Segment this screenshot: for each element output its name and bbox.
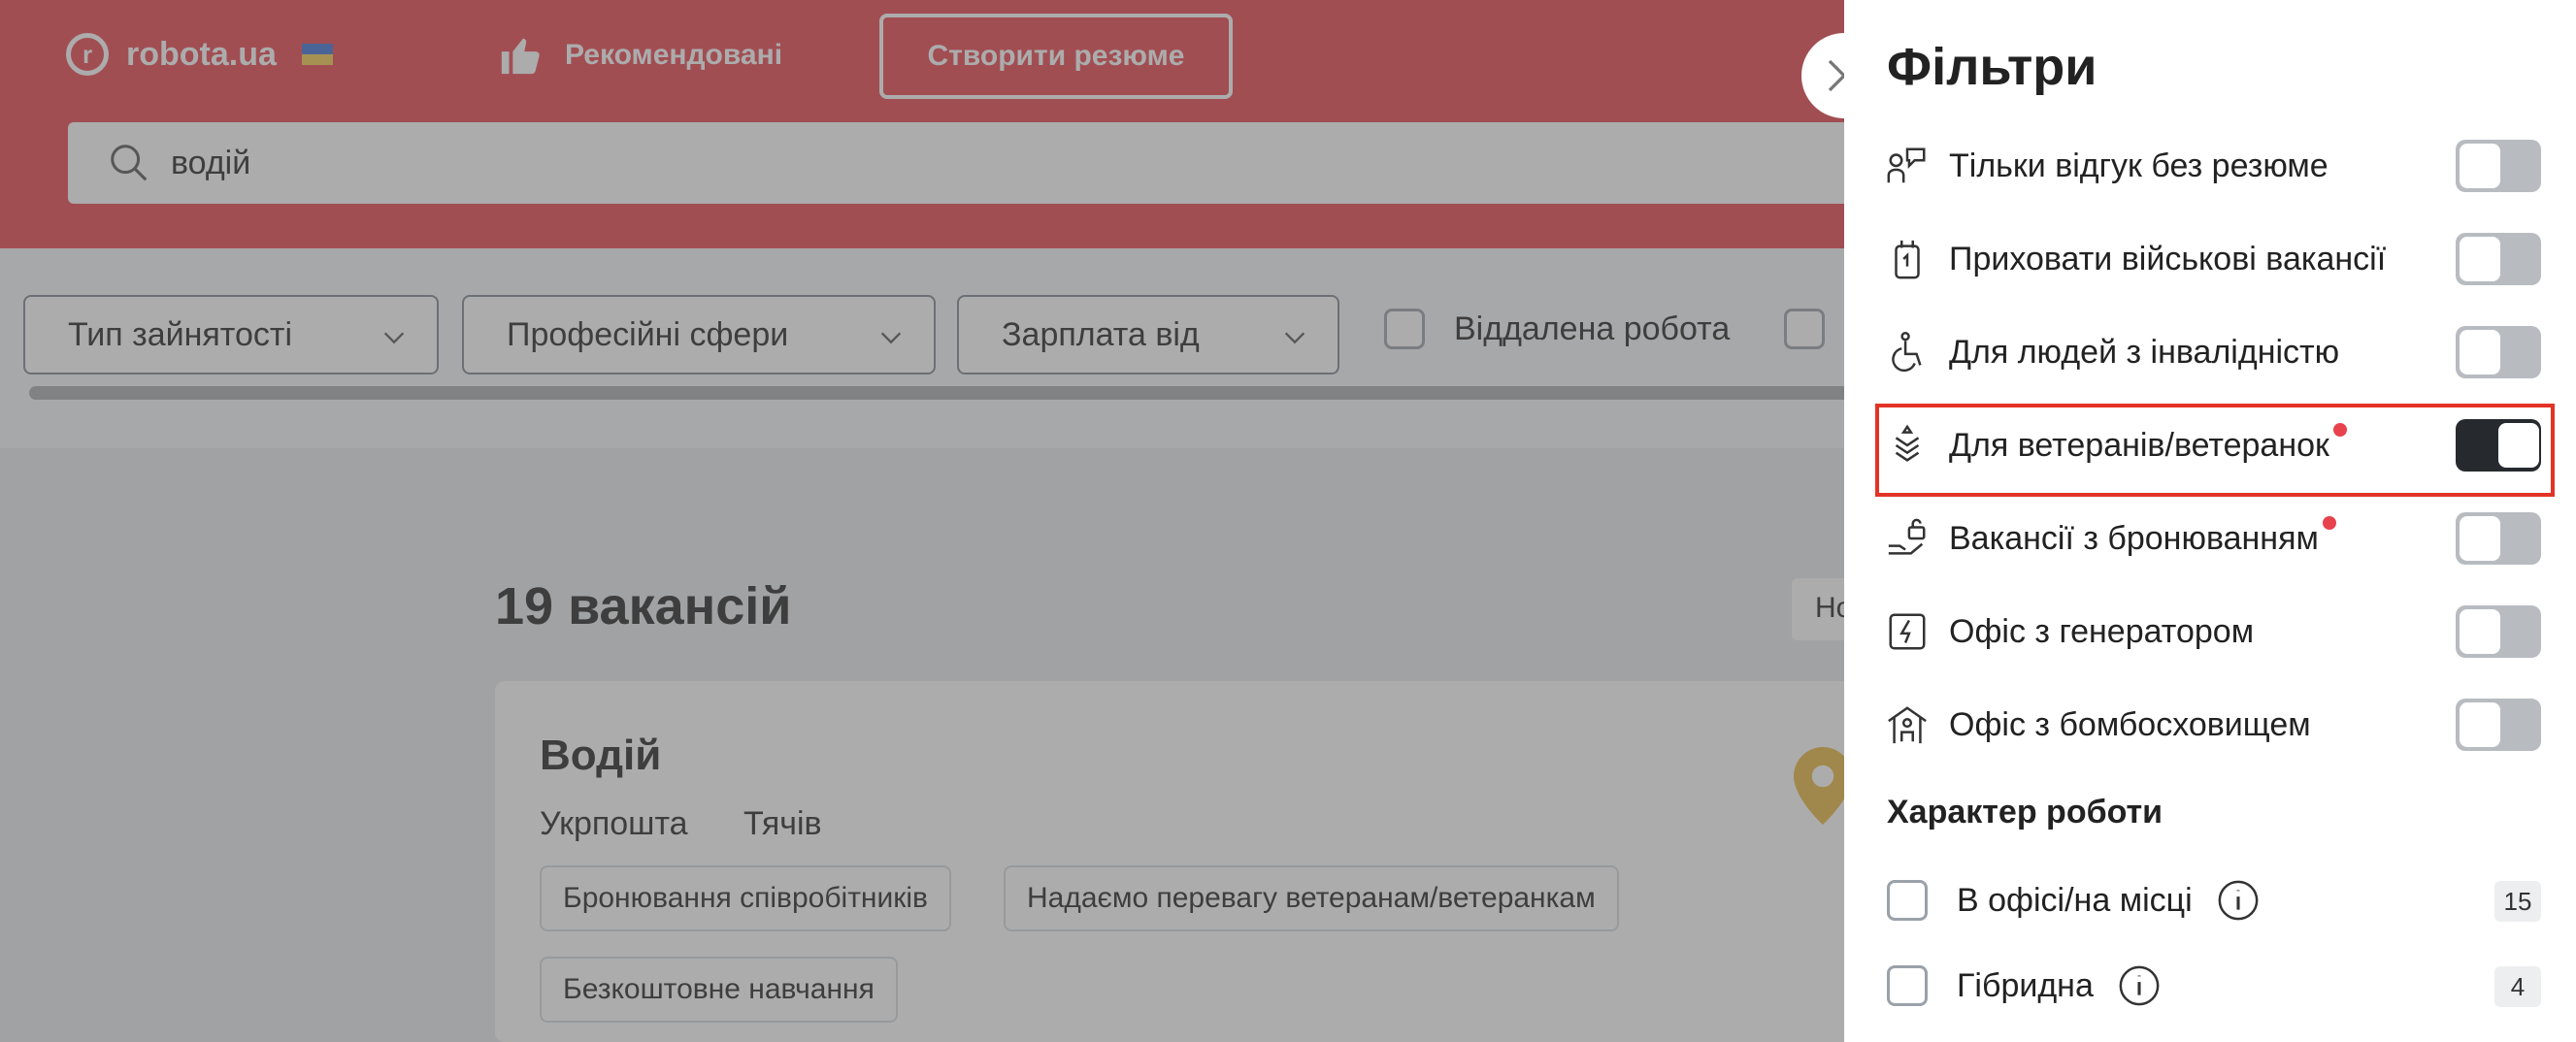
toggle-switch[interactable] — [2456, 699, 2541, 751]
work-type-office-checkbox[interactable]: В офісі/на місці 15 — [1887, 871, 2541, 929]
toggle-switch[interactable] — [2456, 326, 2541, 378]
toggle-switch[interactable] — [2456, 605, 2541, 658]
toggle-switch[interactable] — [2456, 233, 2541, 285]
new-indicator-dot — [2322, 515, 2336, 530]
filters-panel: Фільтри Тільки відгук без резюме Прихова… — [1844, 0, 2576, 1042]
chat-person-icon — [1887, 147, 1926, 183]
info-icon[interactable] — [2117, 963, 2162, 1008]
generator-icon — [1889, 613, 1926, 650]
filter-label: Офіс з бомбосховищем — [1949, 705, 2311, 743]
filter-toggle-row[interactable]: Вакансії з бронюванням — [1885, 506, 2541, 570]
toggle-switch[interactable] — [2456, 512, 2541, 565]
filter-toggle-row[interactable]: Тільки відгук без резюме — [1885, 134, 2541, 198]
filter-label: Офіс з генератором — [1949, 612, 2255, 650]
filter-label-text: Для ветеранів/ветеранок — [1949, 426, 2329, 464]
filter-toggle-row[interactable]: Офіс з генератором — [1885, 600, 2541, 664]
filter-toggle-row[interactable]: Офіс з бомбосховищем — [1885, 693, 2541, 757]
toggle-switch[interactable] — [2456, 419, 2541, 472]
filter-label: Вакансії з бронюванням — [1949, 515, 2336, 558]
checkbox-box — [1887, 880, 1928, 921]
military-tag-icon — [1895, 240, 1920, 279]
filter-label: Тільки відгук без резюме — [1949, 147, 2328, 184]
checkbox-box — [1887, 965, 1928, 1006]
veteran-badge-icon — [1895, 424, 1920, 462]
count-badge: 15 — [2494, 881, 2541, 922]
work-type-heading: Характер роботи — [1887, 794, 2163, 830]
info-icon[interactable] — [2216, 878, 2261, 923]
filter-label: Для ветеранів/ветеранок — [1949, 422, 2347, 465]
filter-label: Для людей з інвалідністю — [1949, 333, 2340, 371]
filter-toggle-row[interactable]: Приховати військові вакансії — [1885, 227, 2541, 291]
filter-toggle-row[interactable]: Для ветеранів/ветеранок — [1885, 413, 2541, 477]
count-badge: 4 — [2494, 966, 2541, 1007]
shelter-icon — [1888, 706, 1927, 744]
wheelchair-icon — [1892, 332, 1922, 373]
checkbox-label: Гібридна — [1957, 966, 2094, 1004]
reservation-lock-icon — [1888, 518, 1926, 555]
filter-label: Приховати військові вакансії — [1949, 240, 2387, 277]
toggle-switch[interactable] — [2456, 140, 2541, 192]
filters-title: Фільтри — [1887, 38, 2097, 96]
new-indicator-dot — [2332, 422, 2347, 437]
work-type-hybrid-checkbox[interactable]: Гібридна 4 — [1887, 957, 2541, 1015]
checkbox-label: В офісі/на місці — [1957, 881, 2193, 919]
filter-toggle-row[interactable]: Для людей з інвалідністю — [1885, 320, 2541, 384]
filter-label-text: Вакансії з бронюванням — [1949, 519, 2319, 557]
